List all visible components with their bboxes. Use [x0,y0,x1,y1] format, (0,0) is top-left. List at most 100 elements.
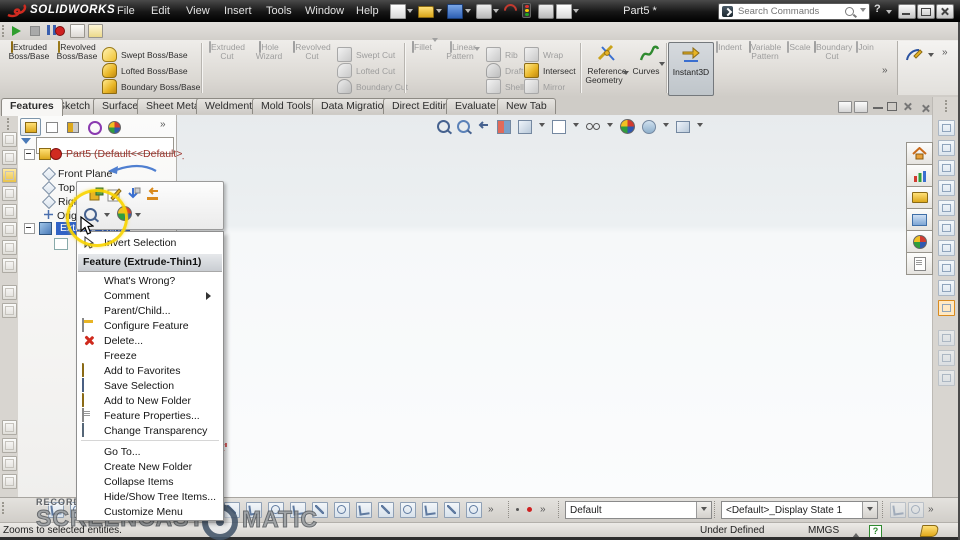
right-tool-icon[interactable] [938,140,955,156]
scene-icon[interactable] [642,119,656,134]
right-tool-icon[interactable] [938,370,955,386]
sketch-tool-icon[interactable] [312,502,328,518]
measure-tool-icon[interactable] [938,300,955,316]
menu-item-freeze[interactable]: Freeze [78,348,222,363]
help-caret-icon[interactable] [886,10,892,17]
search-scope-icon[interactable] [722,6,733,17]
properties-icon[interactable] [538,4,554,19]
reference-geometry-button[interactable]: Reference Geometry [584,43,630,88]
menu-item-whats-wrong[interactable]: What's Wrong? [78,273,222,288]
print-caret-icon[interactable] [493,9,499,16]
variable-pattern-button[interactable]: Variable Pattern [746,41,784,61]
menu-item-comment[interactable]: Comment [78,288,222,303]
fillet-button[interactable]: Fillet [408,38,442,55]
sketch-tool-icon[interactable] [268,502,284,518]
sketch-tool-icon[interactable] [356,502,372,518]
graphics-viewport[interactable] [177,115,932,497]
tab-mold-tools[interactable]: Mold Tools [252,98,320,114]
options-icon[interactable] [556,4,572,19]
sketch-tool-icon[interactable] [444,502,460,518]
open-icon[interactable] [418,6,434,18]
menu-item-parent-child[interactable]: Parent/Child... [78,303,222,318]
menu-item-create-new-folder[interactable]: Create New Folder [78,459,222,474]
sketch-tool-icon[interactable] [290,502,306,518]
mirror-button[interactable]: Mirror [524,79,565,94]
collapse-icon[interactable] [24,148,35,160]
doc-minimize-icon[interactable] [872,101,884,111]
indent-button[interactable]: Indent [714,41,744,53]
left-tool-icon[interactable] [2,186,17,201]
menu-insert[interactable]: Insert [215,0,261,22]
sketch-tool-icon[interactable] [422,502,438,518]
right-tool-icon[interactable] [938,160,955,176]
edit-macro-icon[interactable] [88,24,103,38]
left-tool-icon[interactable] [2,240,17,255]
zoom-area-icon[interactable] [457,120,470,133]
fm-tab-featuremanager[interactable] [20,118,41,136]
swept-boss-base-button[interactable]: Swept Boss/Base [102,47,188,62]
display-state-combo[interactable]: <Default>_Display State 1 [721,501,878,519]
view-orientation-caret-icon[interactable] [539,123,545,130]
fm-overflow-button[interactable]: » [160,120,166,130]
taskpane-custom-properties-tab[interactable] [906,252,933,275]
left-tool-icon[interactable] [2,150,17,165]
display-state-caret-icon[interactable] [862,502,877,518]
open-caret-icon[interactable] [436,9,442,16]
search-icon[interactable] [845,7,854,16]
boundary-cut2-button[interactable]: Boundary Cut [814,41,852,61]
left-tool-icon[interactable] [2,420,17,435]
sketch-caret-icon[interactable] [928,53,934,60]
curves-button[interactable]: Curves [632,43,666,79]
tags-icon[interactable] [919,525,940,537]
left-tool-icon[interactable] [2,474,17,489]
right-tool-icon[interactable] [938,240,955,256]
appearance-caret-icon[interactable] [135,213,141,220]
menu-item-add-to-favorites[interactable]: Add to Favorites [78,363,222,378]
extruded-cut-button[interactable]: Extruded Cut [207,41,247,61]
disabled-tool-icon[interactable] [890,502,906,518]
taskpane-home-tab[interactable] [906,142,933,165]
left-cube-icon[interactable] [2,303,17,318]
fm-tab-dimxpertmanager[interactable] [83,118,104,136]
extruded-boss-base-button[interactable]: Extruded Boss/Base [6,41,52,61]
doc-restore-icon[interactable] [886,101,898,111]
toolbar-grip[interactable] [7,118,11,130]
collapse-icon[interactable] [24,223,35,234]
left-tool-icon[interactable] [2,438,17,453]
sketch-tool-icon[interactable] [48,502,64,518]
left-tool-icon[interactable] [2,222,17,237]
display-style-caret-icon[interactable] [573,123,579,130]
menu-item-hide-show-tree-items[interactable]: Hide/Show Tree Items... [78,489,222,504]
hide-show-items-icon[interactable] [586,122,600,131]
toolbar-grip[interactable] [2,25,6,37]
panel-overflow-button[interactable]: » [942,48,948,58]
left-tool-icon[interactable] [2,168,17,183]
tree-item-front-plane[interactable]: Front Plane [41,166,112,182]
view-settings-caret-icon[interactable] [697,123,703,130]
scale-button[interactable]: Scale [786,41,812,53]
search-input[interactable] [736,5,845,18]
menu-tools[interactable]: Tools [257,0,301,22]
right-tool-icon[interactable] [938,120,955,136]
right-tool-icon[interactable] [938,220,955,236]
menu-item-feature-properties[interactable]: Feature Properties... [78,408,222,423]
appearances-icon[interactable] [620,119,635,134]
left-tool-icon[interactable] [2,204,17,219]
previous-view-icon[interactable] [477,118,490,136]
toolbar-grip[interactable] [2,502,6,514]
taskpane-design-library-tab[interactable] [906,164,933,187]
menu-item-go-to[interactable]: Go To... [78,444,222,459]
taskpane-file-explorer-tab[interactable] [906,186,933,209]
menu-help[interactable]: Help [347,0,388,22]
fm-tab-propertymanager[interactable] [41,118,62,136]
view-settings-icon[interactable] [676,120,690,133]
right-tool-icon[interactable] [938,330,955,346]
configuration-combo[interactable]: Default [565,501,712,519]
viewport-single-icon[interactable] [838,101,852,113]
revolved-cut-button[interactable]: Revolved Cut [291,41,333,61]
right-tool-icon[interactable] [938,260,955,276]
instant3d-button[interactable]: Instant3D [668,42,714,96]
menu-edit[interactable]: Edit [142,0,179,22]
sketch-tool-icon[interactable] [334,502,350,518]
suppress-icon[interactable] [126,187,141,202]
